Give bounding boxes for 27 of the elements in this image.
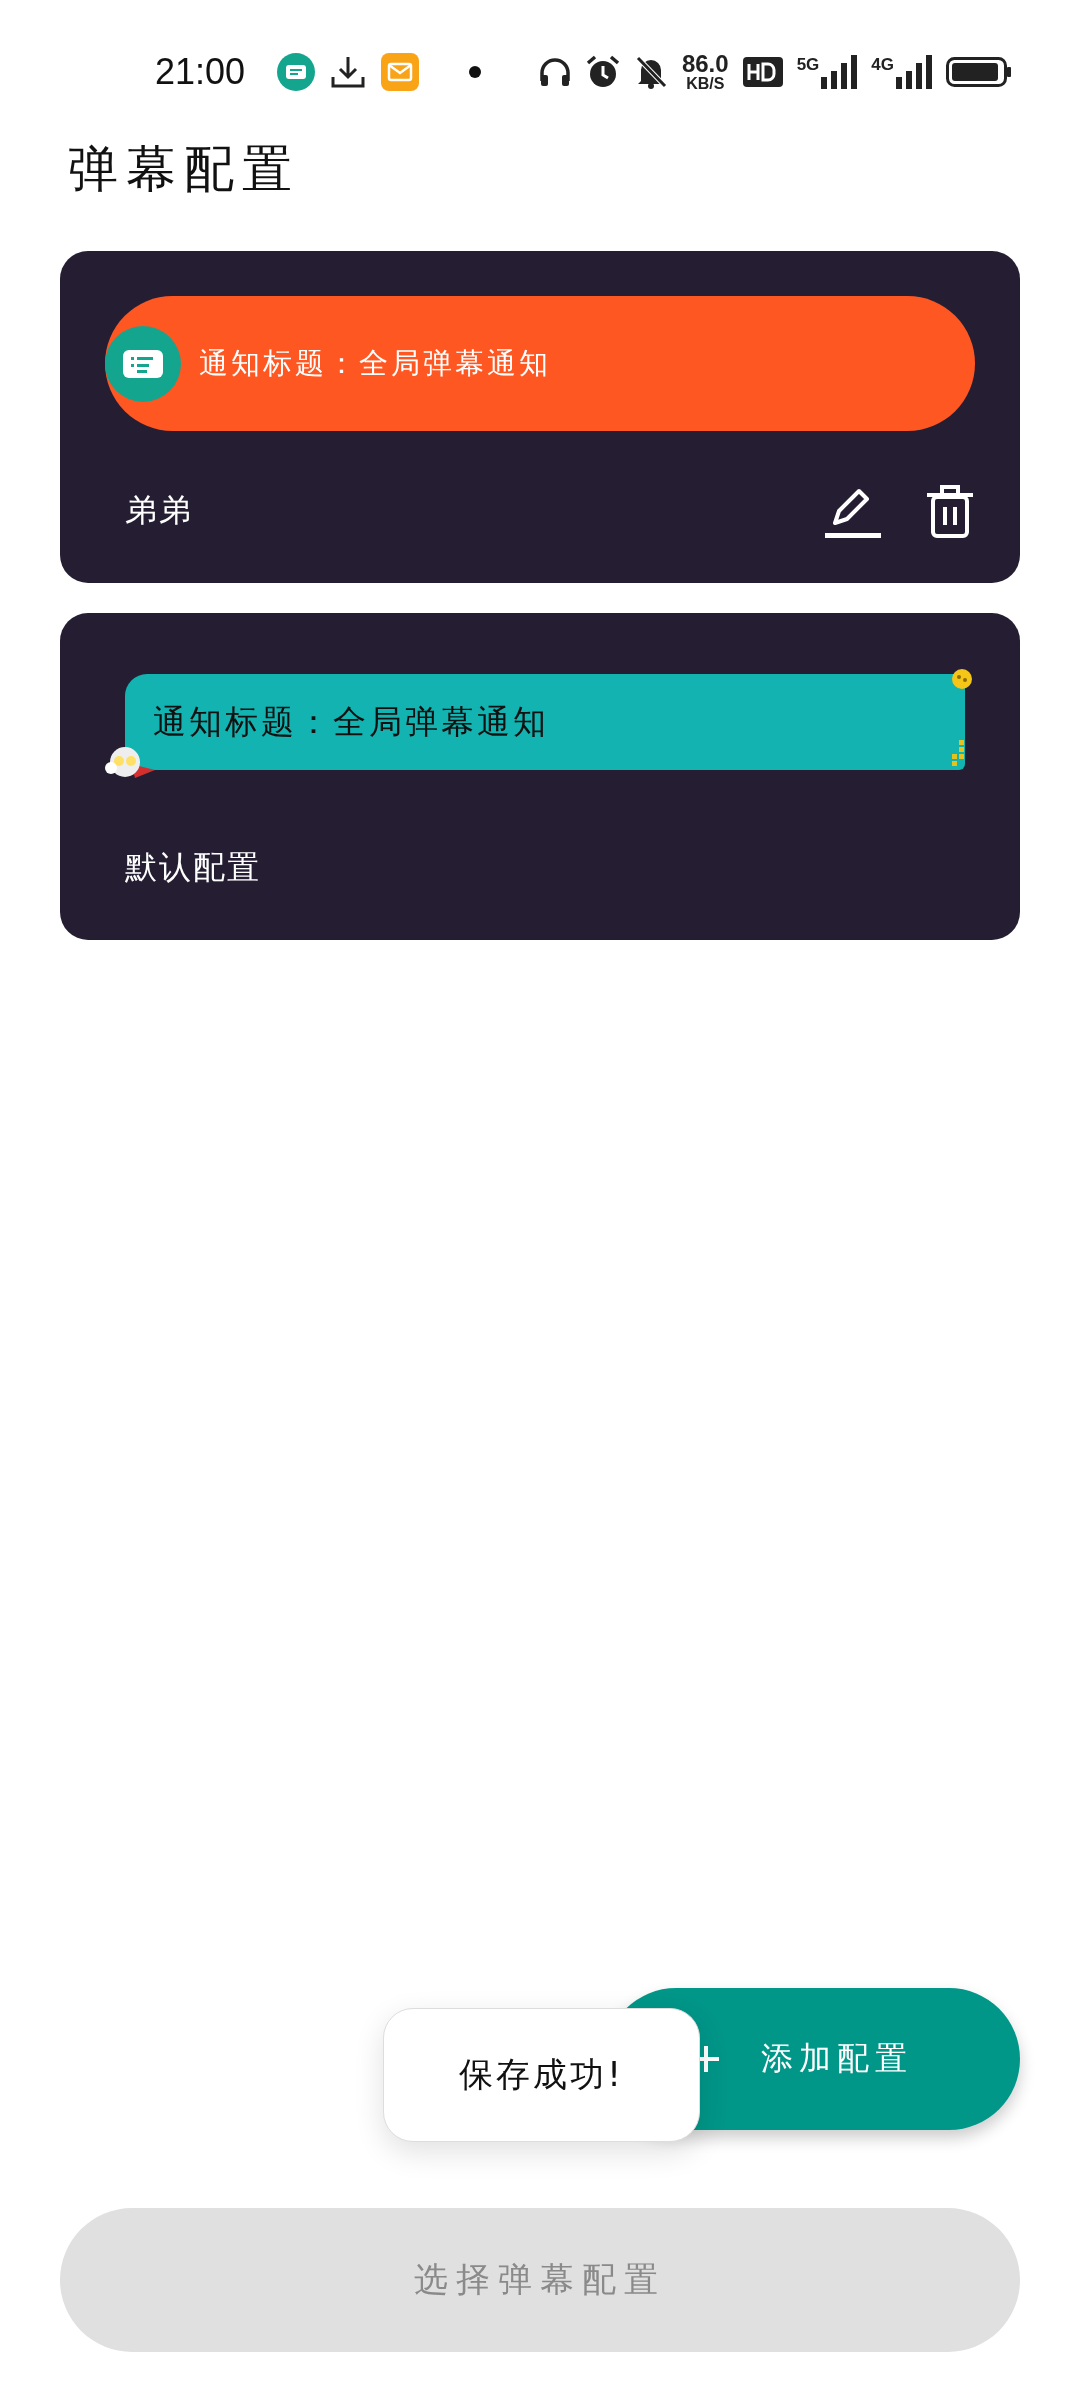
network-speed: 86.0: [681, 52, 729, 76]
config-name: 弟弟: [124, 490, 194, 531]
message-app-icon: [105, 325, 181, 402]
pixel-dots-icon: [949, 740, 965, 766]
network-speed-unit: KB/S: [686, 76, 725, 92]
config-name: 默认配置: [124, 847, 262, 888]
save-toast: 保存成功!: [383, 2008, 700, 2142]
alarm-icon: [585, 55, 620, 89]
headphones-icon: [537, 55, 572, 89]
battery-icon: [946, 57, 1012, 87]
delete-button[interactable]: [925, 483, 975, 539]
preview-text: 通知标题：全局弹幕通知: [153, 700, 549, 743]
status-time: 21:00: [155, 51, 246, 93]
page-title: 弹幕配置: [68, 139, 301, 200]
signal-bars-icon: [821, 55, 858, 89]
signal-bars-icon: [896, 55, 932, 89]
network-type-label: 4G: [871, 55, 894, 75]
mail-icon: [381, 53, 420, 91]
config-card[interactable]: 通知标题：全局弹幕通知 默认配置: [60, 613, 1020, 940]
config-card[interactable]: 通知标题：全局弹幕通知 弟弟: [60, 251, 1020, 583]
preview-text: 通知标题：全局弹幕通知: [199, 344, 551, 382]
smiley-sticker-icon: [951, 668, 973, 690]
message-app-icon: [277, 53, 316, 91]
trash-icon: [925, 483, 975, 539]
notification-dot-icon: [469, 66, 482, 78]
network-type-label: 5G: [796, 55, 820, 75]
hd-voice-icon: [742, 57, 783, 87]
